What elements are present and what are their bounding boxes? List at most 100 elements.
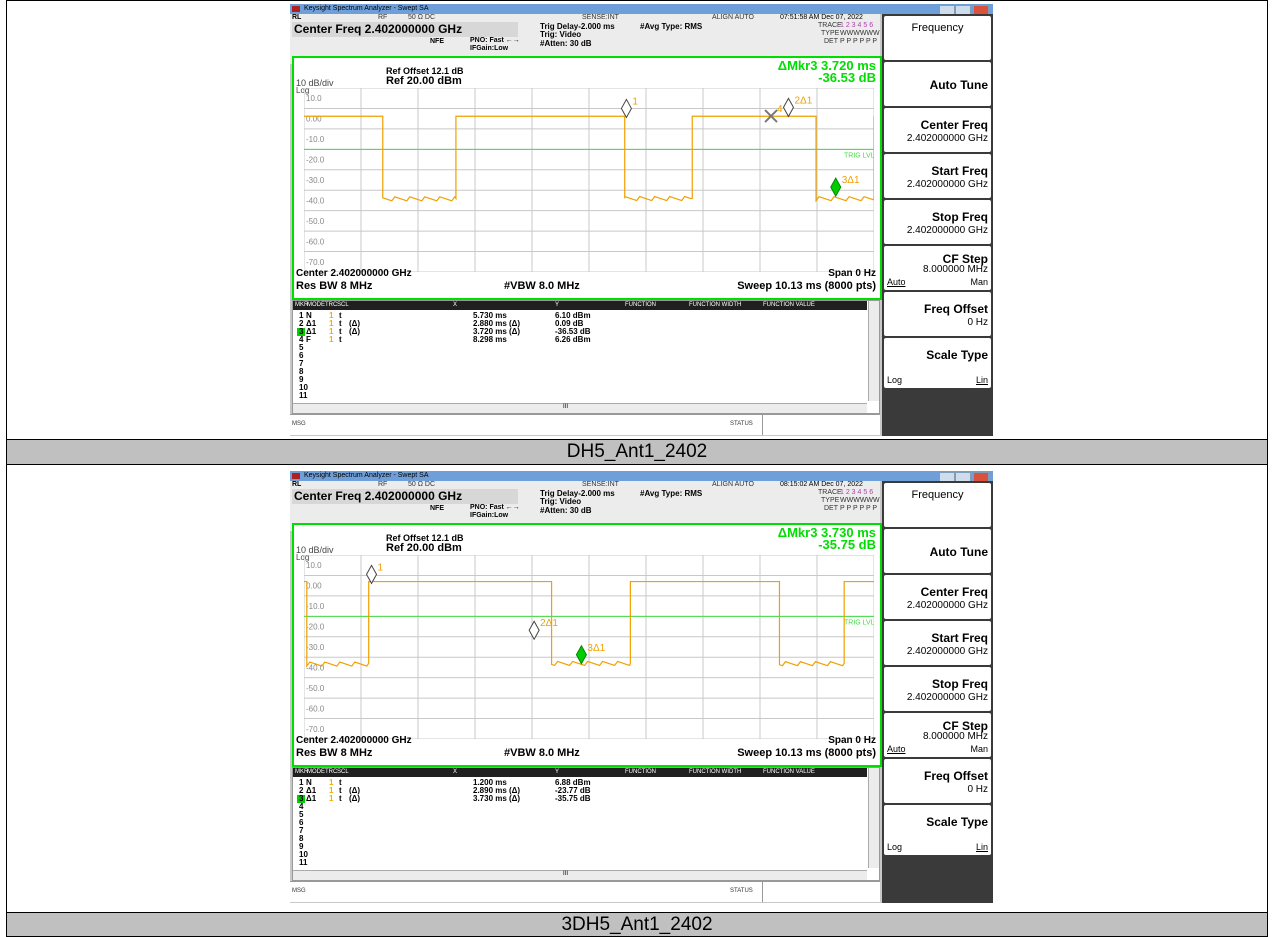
column-header: FUNCTION — [625, 302, 656, 308]
table-vertical-scrollbar[interactable] — [868, 768, 879, 868]
pno-label: PNO: Fast ←→ — [470, 37, 520, 44]
softkey-center-freq[interactable]: Center Freq 2.402000000 GHz — [884, 575, 991, 619]
trig-source: Trig: Video — [540, 30, 582, 39]
center-freq-title: Center Freq 2.402000000 GHz — [292, 22, 518, 37]
table-row[interactable]: 6 — [293, 352, 867, 360]
y-tick-label: -10.0 — [306, 135, 325, 144]
type-label: TYPE — [821, 497, 840, 504]
table-row[interactable]: 9 — [293, 376, 867, 384]
rl-indicator: RL — [292, 481, 302, 488]
y-tick-label: -40.0 — [306, 196, 325, 205]
menu-title: Frequency — [911, 22, 964, 34]
table-row[interactable]: 3 Δ1 1 t (Δ) 3.730 ms (Δ) -35.75 dB — [293, 795, 867, 803]
table-row[interactable]: 5 — [293, 811, 867, 819]
sense-indicator: SENSE:INT — [582, 14, 619, 21]
table-horizontal-scrollbar[interactable]: III — [293, 403, 867, 413]
center-freq-bottom: Center 2.402000000 GHz — [296, 268, 412, 279]
softkey-freq-offset[interactable]: Freq Offset 0 Hz — [884, 759, 991, 803]
impedance-indicator: 50 Ω DC — [408, 481, 436, 488]
table-row[interactable]: 10 — [293, 384, 867, 392]
table-horizontal-scrollbar[interactable]: III — [293, 870, 867, 880]
datetime: 08:15:02 AM Dec 07, 2022 — [780, 481, 863, 488]
ifgain-label: IFGain:Low — [470, 45, 509, 52]
screenshot-cell-2: Keysight Spectrum Analyzer - Swept SA RL… — [6, 464, 1268, 913]
trig-level-label: TRIG LVL — [844, 619, 874, 626]
pno-label: PNO: Fast ←→ — [470, 504, 520, 511]
table-row[interactable]: 7 — [293, 360, 867, 368]
table-row[interactable]: 5 — [293, 344, 867, 352]
scroll-thumb-mark: III — [563, 404, 569, 410]
msg-label: MSG — [292, 888, 306, 894]
softkey-auto-tune[interactable]: Auto Tune — [884, 62, 991, 106]
stop-freq-label: Stop Freq — [932, 677, 988, 691]
table-row[interactable]: 11 — [293, 392, 867, 400]
y-tick-label: -20.0 — [306, 156, 325, 165]
auto-tune-label: Auto Tune — [929, 78, 988, 92]
scale-lin: Lin — [975, 375, 988, 385]
softkey-start-freq[interactable]: Start Freq 2.402000000 GHz — [884, 154, 991, 198]
cf-step-man: Man — [970, 744, 988, 754]
table-vertical-scrollbar[interactable] — [868, 301, 879, 401]
cell-trc: 1 — [329, 335, 334, 344]
table-row[interactable]: 4 F 1 t 8.298 ms 6.26 dBm — [293, 336, 867, 344]
res-bw: Res BW 8 MHz — [296, 280, 373, 292]
cell-y: 6.26 dBm — [555, 335, 591, 344]
cf-step-auto: Auto — [887, 277, 906, 287]
trace-numbers: 1 2 3 4 5 6 — [840, 489, 874, 496]
nfe-label: NFE — [430, 505, 444, 512]
softkey-cf-step[interactable]: CF Step 8.000000 MHz Auto Man — [884, 713, 991, 757]
cell-y: -35.75 dB — [555, 794, 591, 803]
freq-offset-label: Freq Offset — [923, 302, 988, 316]
softkey-start-freq[interactable]: Start Freq 2.402000000 GHz — [884, 621, 991, 665]
app-title: Keysight Spectrum Analyzer - Swept SA — [304, 5, 429, 12]
cell-mode: Δ1 — [306, 794, 317, 803]
softkey-auto-tune[interactable]: Auto Tune — [884, 529, 991, 573]
table-row[interactable]: 7 — [293, 827, 867, 835]
table-row[interactable]: 11 — [293, 859, 867, 867]
res-bw: Res BW 8 MHz — [296, 747, 373, 759]
cell-x: 8.298 ms — [473, 335, 507, 344]
table-row[interactable]: 4 — [293, 803, 867, 811]
start-freq-value: 2.402000000 GHz — [906, 179, 988, 190]
softkey-scale-type[interactable]: Scale Type Log Lin — [884, 338, 991, 388]
cell-xd: (Δ) — [509, 327, 521, 336]
y-tick-label: -50.0 — [306, 217, 325, 226]
y-tick-label: -70.0 — [306, 258, 325, 267]
softkey-center-freq[interactable]: Center Freq 2.402000000 GHz — [884, 108, 991, 152]
column-header: SCL — [337, 769, 349, 775]
table-row[interactable]: 6 — [293, 819, 867, 827]
freq-offset-value: 0 Hz — [967, 317, 988, 328]
status-label: STATUS — [730, 888, 753, 894]
marker-label: 2Δ1 — [540, 618, 558, 629]
center-freq-title: Center Freq 2.402000000 GHz — [292, 489, 518, 504]
impedance-indicator: 50 Ω DC — [408, 14, 436, 21]
marker-table-header: MKR MODE TRC SCL X Y FUNCTION FUNCTION WIDTH FUN… — [293, 768, 867, 777]
softkey-stop-freq[interactable]: Stop Freq 2.402000000 GHz — [884, 667, 991, 711]
scale-lin: Lin — [975, 842, 988, 852]
vbw: #VBW 8.0 MHz — [504, 280, 580, 292]
softkey-stop-freq[interactable]: Stop Freq 2.402000000 GHz — [884, 200, 991, 244]
table-row[interactable]: 8 — [293, 835, 867, 843]
trace-display: Ref Offset 12.1 dB Ref 20.00 dBm 10 dB/d… — [292, 523, 882, 767]
table-row[interactable]: 8 — [293, 368, 867, 376]
softkey-freq-offset[interactable]: Freq Offset 0 Hz — [884, 292, 991, 336]
column-header: MODE — [307, 302, 325, 308]
datetime: 07:51:58 AM Dec 07, 2022 — [780, 14, 863, 21]
softkey-scale-type[interactable]: Scale Type Log Lin — [884, 805, 991, 855]
softkey-cf-step[interactable]: CF Step 8.000000 MHz Auto Man — [884, 246, 991, 290]
stop-freq-value: 2.402000000 GHz — [906, 225, 988, 236]
y-tick-label: -20.0 — [306, 623, 325, 632]
cell-num: 11 — [299, 391, 308, 400]
align-indicator: ALIGN AUTO — [712, 481, 754, 488]
column-header: FUNCTION WIDTH — [689, 302, 742, 308]
marker-table: MKR MODE TRC SCL X Y FUNCTION FUNCTION WIDTH FUN… — [292, 767, 880, 881]
table-row[interactable]: 10 — [293, 851, 867, 859]
marker-table-header: MKR MODE TRC SCL X Y FUNCTION FUNCTION WIDTH FUN… — [293, 301, 867, 310]
softkey-menu-title: Frequency — [884, 16, 991, 60]
det-value: P P P P P P — [840, 38, 878, 45]
marker-diamond-icon — [365, 564, 378, 585]
marker-label: 3Δ1 — [842, 175, 860, 186]
marker-diamond-icon — [575, 644, 587, 665]
table-row[interactable]: 9 — [293, 843, 867, 851]
cf-step-value: 8.000000 MHz — [922, 264, 988, 275]
